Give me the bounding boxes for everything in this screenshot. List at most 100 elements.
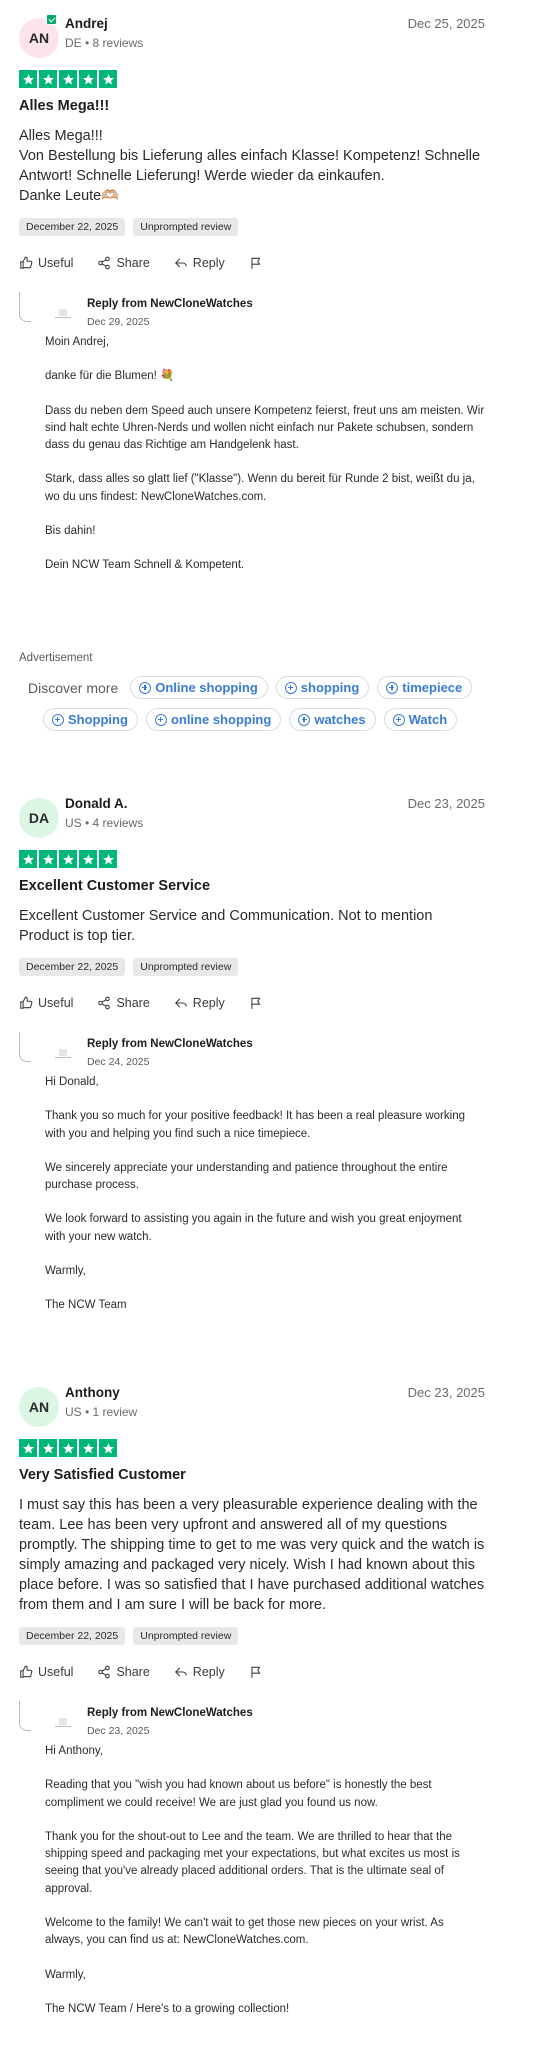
plus-circle-icon xyxy=(392,713,405,726)
avatar-initials: DA xyxy=(28,810,50,826)
reply-arrow-icon xyxy=(174,998,187,1008)
useful-button[interactable]: Useful xyxy=(19,996,73,1010)
star-icon xyxy=(79,1439,97,1457)
reply-paragraph: Warmly, xyxy=(45,1265,86,1278)
share-button[interactable]: Share xyxy=(97,1665,150,1679)
reply-paragraph: The NCW Team xyxy=(45,1299,127,1312)
reply-label: Reply xyxy=(192,256,225,270)
reviewer-name[interactable]: Anthony xyxy=(65,1385,120,1400)
share-icon xyxy=(98,256,111,270)
review-tags: December 22, 2025 Unprompted review xyxy=(19,1627,485,1645)
reply-button[interactable]: Reply xyxy=(174,1665,225,1679)
star-icon xyxy=(79,70,97,88)
avatar[interactable]: AN xyxy=(19,1387,59,1427)
reviewer-header: AN Andrej DE • 8 reviews Dec 25, 2025 xyxy=(19,14,485,70)
reply-paragraph: Hi Anthony, xyxy=(45,1745,103,1757)
reviewer-header: DA Donald A. US • 4 reviews Dec 23, 2025 xyxy=(19,794,485,850)
review-title[interactable]: Very Satisfied Customer xyxy=(19,1467,485,1483)
reply-date: Dec 23, 2025 xyxy=(87,1725,150,1737)
review-title[interactable]: Excellent Customer Service xyxy=(19,878,485,894)
reply-body: Hi Donald, Thank you so much for your po… xyxy=(19,1038,485,1315)
review-actions: Useful Share Reply xyxy=(19,254,485,272)
reply-date: Dec 24, 2025 xyxy=(87,1056,150,1068)
report-button[interactable] xyxy=(249,996,263,1010)
reply-label: Reply xyxy=(192,1665,225,1679)
star-icon xyxy=(39,70,57,88)
experience-date-tag: December 22, 2025 xyxy=(19,958,126,976)
star-icon xyxy=(39,850,57,868)
reply-from: Reply from NewCloneWatches xyxy=(87,1038,253,1050)
unprompted-tag[interactable]: Unprompted review xyxy=(133,218,239,236)
star-icon xyxy=(19,1439,37,1457)
useful-button[interactable]: Useful xyxy=(19,256,73,270)
chip-label: shopping xyxy=(300,680,360,695)
reply-paragraph: Dass du neben dem Speed auch unsere Komp… xyxy=(45,404,485,452)
reply-paragraph: danke für die Blumen! 💐 xyxy=(45,370,175,383)
plus-circle-icon xyxy=(52,713,64,726)
search-chip[interactable]: watches xyxy=(289,708,376,731)
chip-label: online shopping xyxy=(170,712,272,727)
unprompted-tag[interactable]: Unprompted review xyxy=(133,1627,239,1645)
share-button[interactable]: Share xyxy=(97,256,150,270)
reply-connector xyxy=(19,1701,31,1731)
reply-button[interactable]: Reply xyxy=(174,256,225,270)
search-chip[interactable]: Online shopping xyxy=(130,676,268,699)
reviewer-meta: US • 4 reviews xyxy=(65,816,144,830)
search-chip[interactable]: Shopping xyxy=(43,708,138,731)
review-body: I must say this has been a very pleasura… xyxy=(19,1497,485,1613)
review-title[interactable]: Alles Mega!!! xyxy=(19,98,485,114)
useful-button[interactable]: Useful xyxy=(19,1665,73,1679)
review-card: AN Andrej DE • 8 reviews Dec 25, 2025 Al… xyxy=(19,14,485,592)
review-tags: December 22, 2025 Unprompted review xyxy=(19,218,485,236)
avatar[interactable]: DA xyxy=(19,798,59,838)
star-icon xyxy=(99,70,117,88)
reply-date: Dec 29, 2025 xyxy=(87,316,150,328)
thumbs-up-icon xyxy=(20,1665,33,1678)
share-button[interactable]: Share xyxy=(97,996,150,1010)
star-rating xyxy=(19,70,485,88)
reply-paragraph: Bis dahin! xyxy=(45,525,96,538)
company-reply: Reply from NewCloneWatches Dec 24, 2025 … xyxy=(19,1032,485,1315)
review-body: Alles Mega!!! Von Bestellung bis Lieferu… xyxy=(19,128,481,204)
reviewer-header: AN Anthony US • 1 review Dec 23, 2025 xyxy=(19,1383,485,1439)
reply-connector xyxy=(19,1032,31,1062)
plus-circle-icon xyxy=(139,681,152,694)
advertisement: Advertisement Discover more Online shopp… xyxy=(19,652,485,731)
star-rating xyxy=(19,850,485,868)
reviewer-name[interactable]: Donald A. xyxy=(65,796,128,811)
ad-label: Advertisement xyxy=(19,652,93,664)
report-button[interactable] xyxy=(249,1665,263,1679)
star-icon xyxy=(59,70,77,88)
search-chip[interactable]: timepiece xyxy=(377,676,473,699)
search-chip[interactable]: shopping xyxy=(275,676,370,699)
company-logo-icon xyxy=(55,1718,71,1727)
review-actions: Useful Share Reply xyxy=(19,994,485,1012)
chip-label: timepiece xyxy=(402,680,463,695)
company-logo-icon xyxy=(55,309,71,318)
plus-circle-icon xyxy=(298,713,311,726)
unprompted-tag[interactable]: Unprompted review xyxy=(133,958,239,976)
chip-label: Shopping xyxy=(68,712,128,727)
reply-paragraph: We look forward to assisting you again i… xyxy=(45,1213,462,1243)
star-rating xyxy=(19,1439,485,1457)
discover-more-row: Discover more Online shopping shopping t… xyxy=(19,676,485,699)
star-icon xyxy=(39,1439,57,1457)
verified-badge-icon xyxy=(46,14,57,25)
review-date: Dec 23, 2025 xyxy=(407,1385,485,1400)
plus-circle-icon xyxy=(154,713,167,726)
reply-paragraph: Thank you for the shout-out to Lee and t… xyxy=(45,1830,460,1895)
company-reply: Reply from NewCloneWatches Dec 23, 2025 … xyxy=(19,1701,485,2018)
useful-label: Useful xyxy=(38,256,74,270)
reviewer-name[interactable]: Andrej xyxy=(65,16,108,31)
reply-body: Moin Andrej, danke für die Blumen! 💐 Das… xyxy=(19,298,485,575)
plus-circle-icon xyxy=(284,681,297,694)
search-chip[interactable]: online shopping xyxy=(145,708,282,731)
report-button[interactable] xyxy=(249,256,263,270)
star-icon xyxy=(19,850,37,868)
flag-icon xyxy=(251,1666,261,1678)
reply-button[interactable]: Reply xyxy=(174,996,225,1010)
review-body: Excellent Customer Service and Communica… xyxy=(19,908,433,944)
flag-icon xyxy=(251,257,261,269)
search-chip[interactable]: Watch xyxy=(383,708,458,731)
share-icon xyxy=(98,1665,111,1679)
